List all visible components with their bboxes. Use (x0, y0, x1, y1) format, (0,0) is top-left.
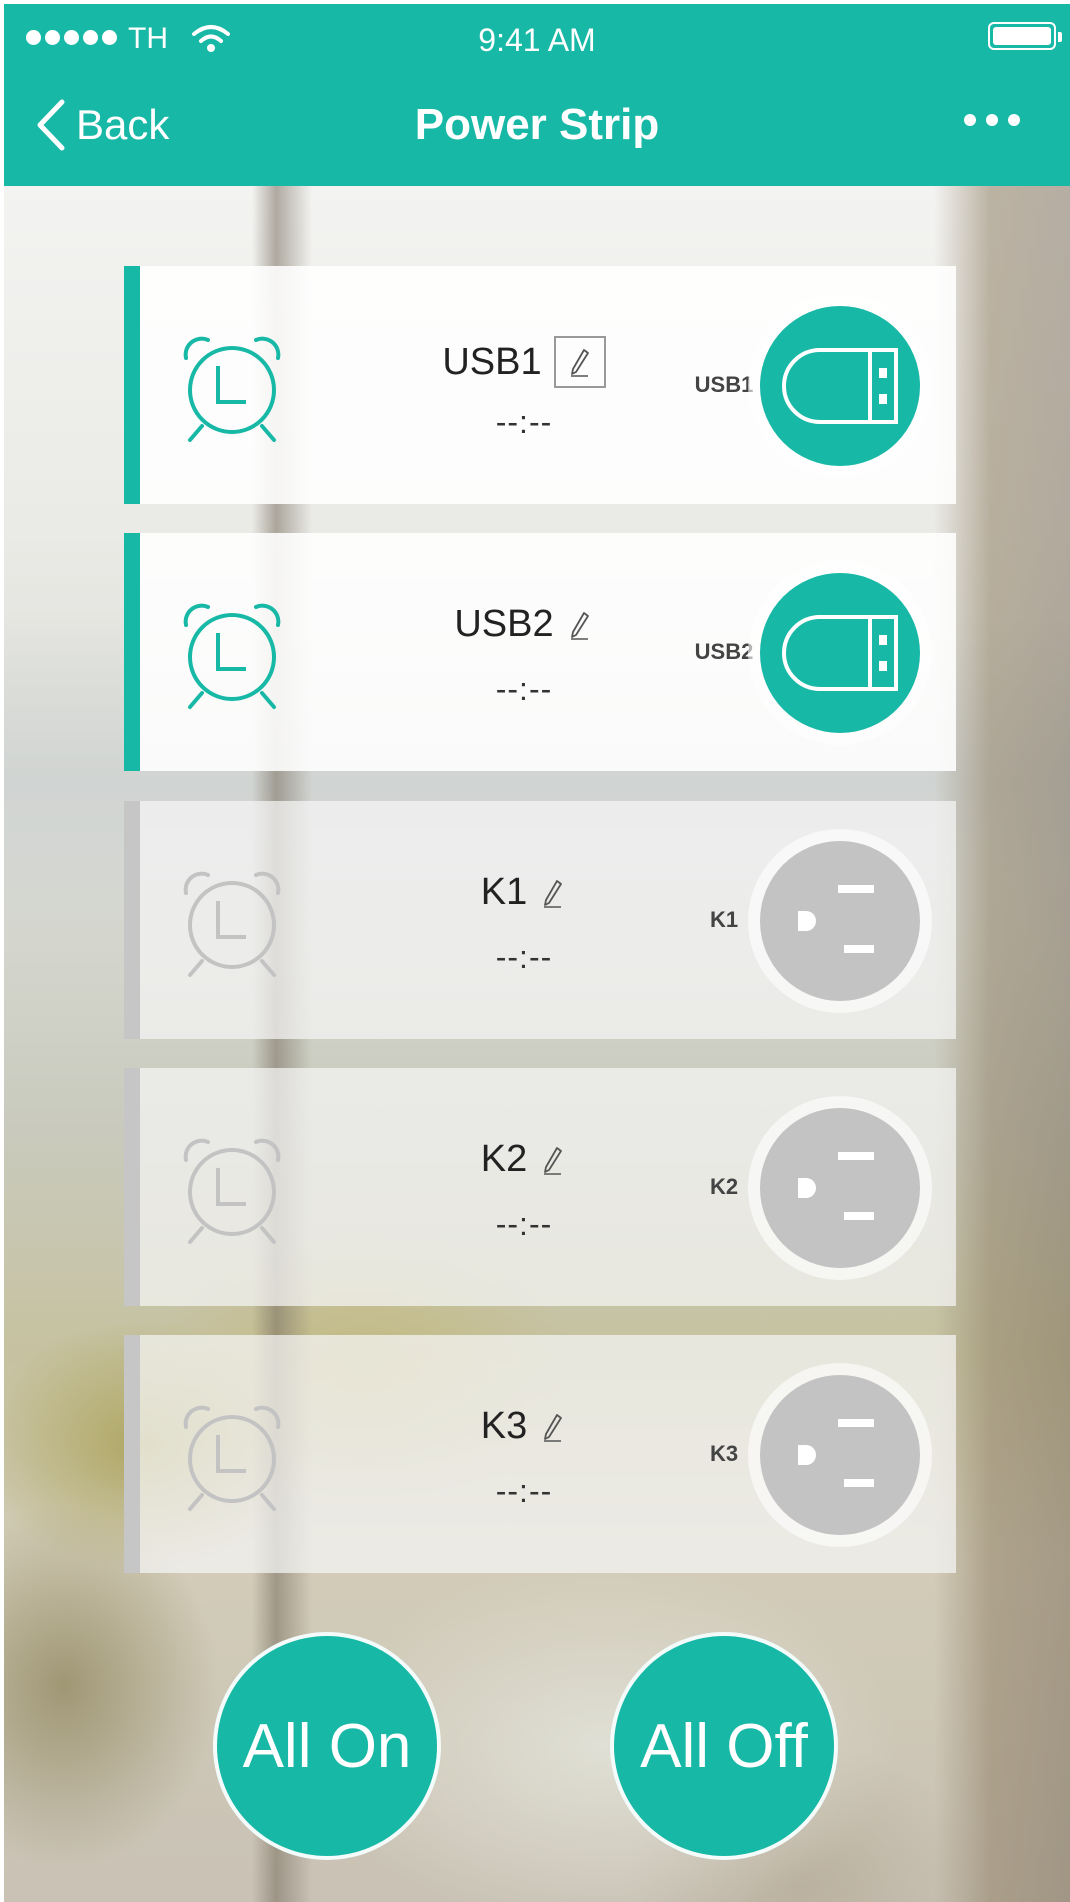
edit-pencil-icon[interactable] (539, 1410, 567, 1444)
timer-value: --:-- (495, 671, 553, 707)
edit-pencil-icon[interactable] (539, 876, 567, 910)
edit-pencil-icon[interactable] (539, 1143, 567, 1177)
outlet-toggle-button[interactable] (748, 829, 932, 1013)
timer-value: --:-- (495, 939, 553, 975)
chevron-left-icon (37, 99, 65, 151)
status-indicator-bar (124, 801, 140, 1039)
more-icon (964, 114, 976, 126)
all-off-button[interactable]: All Off (610, 1632, 838, 1860)
outlet-name: K1 (480, 871, 528, 913)
status-indicator-bar (124, 533, 140, 771)
edit-pencil-icon[interactable] (566, 608, 594, 642)
timer-value: --:-- (495, 404, 553, 440)
more-options-button[interactable] (964, 114, 1020, 126)
outlet-row: K1 --:-- K1 (124, 801, 956, 1039)
status-bar: TH 9:41 AM (4, 4, 1070, 74)
status-indicator-bar (124, 266, 140, 504)
alarm-clock-icon[interactable] (176, 599, 288, 711)
timer-value: --:-- (495, 1206, 553, 1242)
back-button[interactable]: Back (34, 98, 169, 152)
outlet-row: K3 --:-- K3 (124, 1335, 956, 1573)
alarm-clock-icon[interactable] (176, 1401, 288, 1513)
battery-icon (988, 22, 1062, 50)
nav-header: TH 9:41 AM Back Power Strip (4, 4, 1070, 186)
outlet-name: USB2 (454, 603, 554, 645)
alarm-clock-icon[interactable] (176, 867, 288, 979)
alarm-clock-icon[interactable] (176, 1134, 288, 1246)
outlet-toggle-button[interactable] (748, 1363, 932, 1547)
status-indicator-bar (124, 1335, 140, 1573)
outlet-row: K2 --:-- K2 (124, 1068, 956, 1306)
status-indicator-bar (124, 1068, 140, 1306)
clock: 9:41 AM (478, 22, 596, 58)
outlet-toggle-button[interactable] (748, 294, 932, 478)
outlet-toggle-button[interactable] (748, 1096, 932, 1280)
outlet-name: USB1 (442, 340, 542, 383)
outlet-row: USB2 --:-- USB2 (124, 533, 956, 771)
outlet-toggle-button[interactable] (748, 561, 932, 745)
outlet-name: K3 (480, 1405, 528, 1447)
timer-value: --:-- (495, 1473, 553, 1509)
back-label: Back (76, 101, 170, 148)
all-on-button[interactable]: All On (213, 1632, 441, 1860)
edit-pencil-icon[interactable] (553, 336, 606, 388)
alarm-clock-icon[interactable] (176, 332, 288, 444)
outlet-row: USB1 --:-- USB1 (124, 266, 956, 504)
outlet-name: K2 (480, 1138, 528, 1180)
